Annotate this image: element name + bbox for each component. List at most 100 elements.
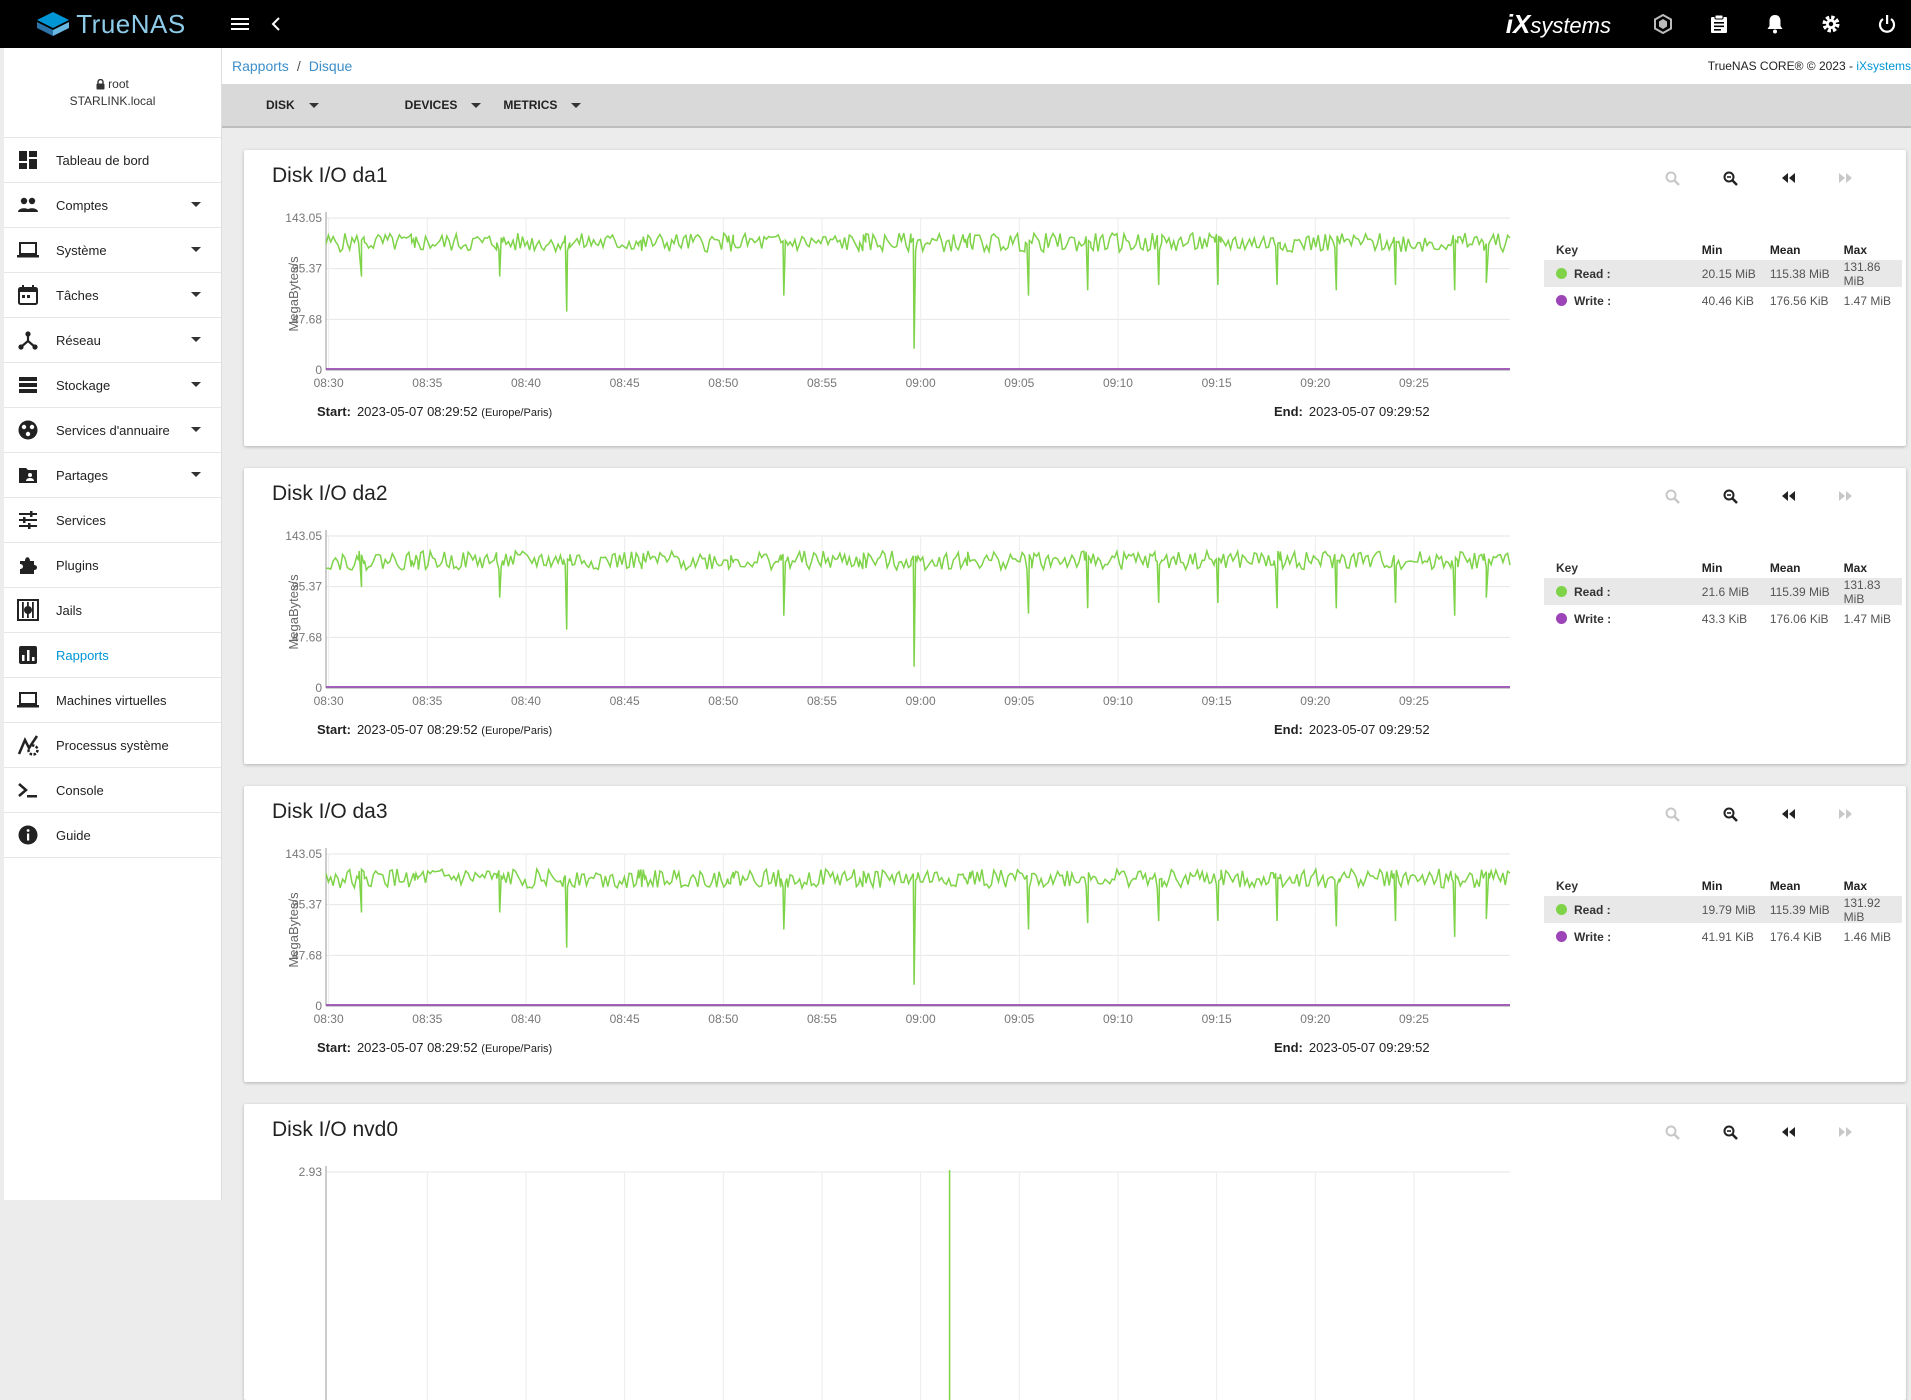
sidebar-item-taches[interactable]: Tâches — [4, 273, 221, 318]
sidebar-item-services[interactable]: Services — [4, 498, 221, 543]
zoom-out-button[interactable] — [1718, 484, 1742, 508]
legend-dot-icon — [1556, 586, 1567, 597]
legend-mean: 176.56 KiB — [1769, 293, 1829, 308]
sidebar-item-machines-virtuelles[interactable]: Machines virtuelles — [4, 678, 221, 723]
zoom-out-button[interactable] — [1718, 1120, 1742, 1144]
x-tick-label: 09:10 — [1103, 1012, 1133, 1026]
legend-mean: 176.06 KiB — [1769, 611, 1829, 626]
y-tick-label: 2.93 — [299, 1165, 323, 1179]
disk-dropdown[interactable]: DISK — [266, 98, 319, 112]
range-start-value: 2023-05-07 08:29:52 — [356, 722, 478, 737]
legend-row[interactable]: Read : 20.15 MiB 115.38 MiB 131.86 MiB — [1544, 260, 1902, 288]
x-tick-label: 09:10 — [1103, 376, 1133, 390]
settings-button[interactable] — [1813, 6, 1849, 42]
ixsystems-logo[interactable]: iXsystems — [1506, 9, 1611, 40]
x-tick-label: 08:40 — [511, 376, 541, 390]
truecommand-button[interactable] — [1645, 6, 1681, 42]
legend-row[interactable]: Write : 40.46 KiB 176.56 KiB 1.47 MiB — [1544, 287, 1902, 314]
legend-series-name: Read : — [1574, 266, 1611, 281]
dashboard-icon — [16, 148, 40, 172]
x-tick-label: 08:50 — [708, 1012, 738, 1026]
x-tick-label: 08:45 — [610, 376, 640, 390]
x-tick-label: 08:40 — [511, 1012, 541, 1026]
sidebar-item-plugins[interactable]: Plugins — [4, 543, 221, 588]
step-back-button[interactable] — [1776, 484, 1800, 508]
step-forward-button[interactable] — [1834, 166, 1858, 190]
sidebar-item-label: Tâches — [56, 287, 99, 303]
metrics-dropdown[interactable]: METRICS — [503, 98, 582, 112]
breadcrumb-rapports-link[interactable]: Rapports — [232, 58, 289, 74]
x-tick-label: 09:20 — [1300, 1012, 1330, 1026]
collapse-sidebar-button[interactable] — [258, 6, 294, 42]
x-tick-label: 09:05 — [1004, 1012, 1034, 1026]
zoom-in-button[interactable] — [1660, 484, 1684, 508]
sidebar-item-reseau[interactable]: Réseau — [4, 318, 221, 363]
legend-row[interactable]: Read : 21.6 MiB 115.39 MiB 131.83 MiB — [1544, 578, 1902, 606]
legend-row[interactable]: Write : 41.91 KiB 176.4 KiB 1.46 MiB — [1544, 923, 1902, 950]
step-back-button[interactable] — [1776, 166, 1800, 190]
step-forward-button[interactable] — [1834, 1120, 1858, 1144]
info-icon — [16, 823, 40, 847]
step-forward-button[interactable] — [1834, 484, 1858, 508]
breadcrumb-separator: / — [296, 58, 301, 74]
legend-dot-icon — [1556, 904, 1567, 915]
sidebar-item-console[interactable]: Console — [4, 768, 221, 813]
sidebar-item-partages[interactable]: Partages — [4, 453, 221, 498]
sidebar-item-guide[interactable]: Guide — [4, 813, 221, 858]
fast-forward-icon — [1839, 1127, 1852, 1137]
range-start: Start: 2023-05-07 08:29:52 (Europe/Paris) — [317, 722, 552, 737]
copyright: TrueNAS CORE® © 2023 - iXsystems — [1708, 59, 1911, 73]
range-start-label: Start: — [317, 404, 351, 419]
x-tick-label: 08:30 — [314, 694, 344, 708]
step-forward-button[interactable] — [1834, 802, 1858, 826]
zoom-in-button[interactable] — [1660, 166, 1684, 190]
range-timezone: (Europe/Paris) — [481, 1043, 553, 1055]
task-manager-button[interactable] — [1701, 6, 1737, 42]
y-tick-label: 0 — [315, 363, 322, 377]
x-tick-label: 08:30 — [314, 376, 344, 390]
legend-row[interactable]: Write : 43.3 KiB 176.06 KiB 1.47 MiB — [1544, 605, 1902, 632]
menu-toggle-button[interactable] — [222, 6, 258, 42]
notifications-button[interactable] — [1757, 6, 1793, 42]
legend-min: 41.91 KiB — [1701, 929, 1754, 944]
sidebar-item-comptes[interactable]: Comptes — [4, 183, 221, 228]
devices-dropdown[interactable]: DEVICES — [405, 98, 482, 112]
sidebar-item-services-d-annuaire[interactable]: Services d'annuaire — [4, 408, 221, 453]
ixsystems-link[interactable]: iXsystems — [1856, 59, 1911, 73]
y-tick-label: 0 — [315, 999, 322, 1013]
chart-title: Disk I/O da1 — [272, 164, 388, 187]
breadcrumb-current[interactable]: Disque — [309, 58, 353, 74]
truenas-logo[interactable]: TrueNAS — [0, 0, 222, 48]
legend-min: 21.6 MiB — [1701, 584, 1750, 599]
range-end-value: 2023-05-07 09:29:52 — [1308, 1040, 1430, 1055]
legend-max: 1.47 MiB — [1843, 611, 1892, 626]
gear-icon — [1822, 15, 1840, 33]
caret-down-icon — [191, 427, 201, 432]
x-tick-label: 08:45 — [610, 694, 640, 708]
zoom-in-button[interactable] — [1660, 802, 1684, 826]
zoom-out-button[interactable] — [1718, 166, 1742, 190]
sidebar-item-rapports[interactable]: Rapports — [4, 633, 221, 678]
legend-key: Write : — [1556, 930, 1702, 944]
y-tick-label: 143.05 — [285, 211, 322, 225]
sidebar-item-systeme[interactable]: Système — [4, 228, 221, 273]
legend-row[interactable]: Read : 19.79 MiB 115.39 MiB 131.92 MiB — [1544, 896, 1902, 924]
sidebar-item-jails[interactable]: Jails — [4, 588, 221, 633]
zoom-in-button[interactable] — [1660, 1120, 1684, 1144]
range-end-value: 2023-05-07 09:29:52 — [1308, 404, 1430, 419]
step-back-button[interactable] — [1776, 1120, 1800, 1144]
sidebar-item-tableau-de-bord[interactable]: Tableau de bord — [4, 138, 221, 183]
power-button[interactable] — [1869, 6, 1905, 42]
y-tick-label: 0 — [315, 681, 322, 695]
nav-list: Tableau de bord Comptes Système Tâches Résea… — [4, 138, 221, 858]
sidebar-item-processus-systeme[interactable]: Processus système — [4, 723, 221, 768]
x-tick-label: 08:30 — [314, 1012, 344, 1026]
legend-series-name: Read : — [1574, 902, 1611, 917]
zoom-out-button[interactable] — [1718, 802, 1742, 826]
caret-down-icon — [191, 202, 201, 207]
step-back-button[interactable] — [1776, 802, 1800, 826]
zoom-in-icon — [1665, 489, 1680, 504]
legend-header-max: Max — [1843, 879, 1868, 893]
sidebar-item-stockage[interactable]: Stockage — [4, 363, 221, 408]
rewind-icon — [1782, 1127, 1795, 1137]
